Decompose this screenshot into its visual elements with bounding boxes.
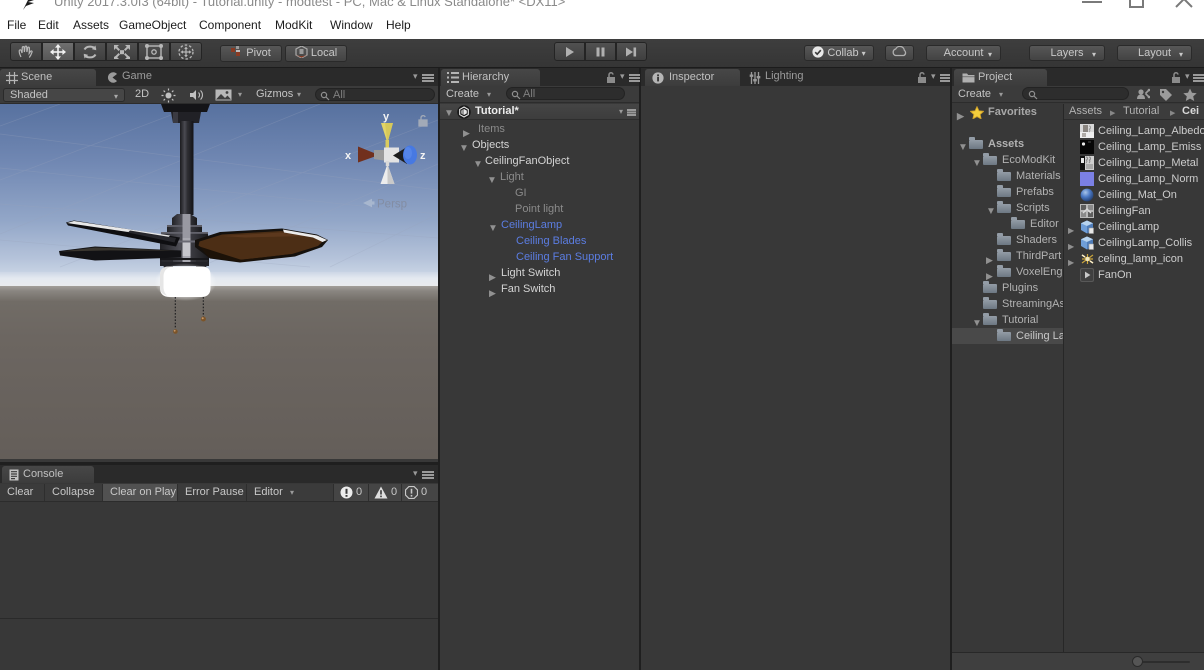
svg-text:y: y bbox=[383, 111, 390, 123]
svg-text:z: z bbox=[420, 150, 426, 162]
svg-text:x: x bbox=[345, 150, 352, 162]
svg-text:Persp: Persp bbox=[377, 199, 407, 211]
